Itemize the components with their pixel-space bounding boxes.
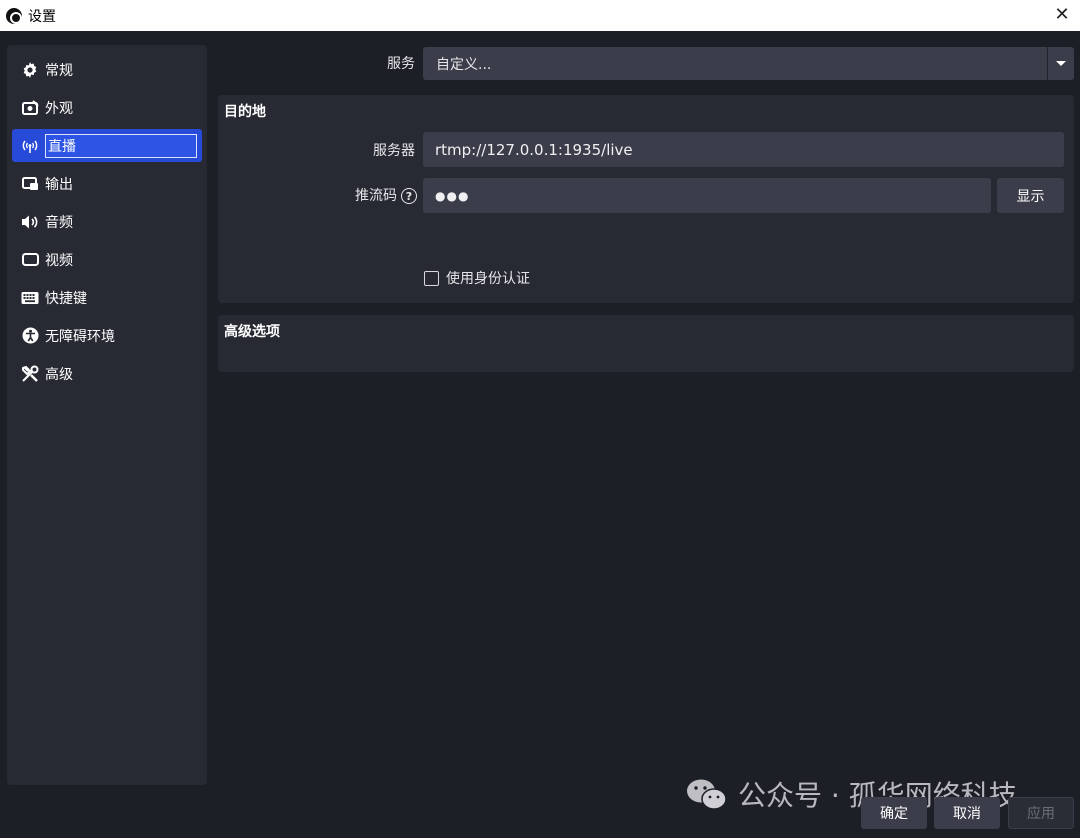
stream-key-label-row: 推流码? xyxy=(218,185,417,205)
keyboard-icon xyxy=(21,289,39,307)
chevron-down-icon[interactable] xyxy=(1047,47,1074,80)
server-input-value: rtmp://127.0.0.1:1935/live xyxy=(435,140,633,159)
window-title: 设置 xyxy=(28,8,56,25)
server-input[interactable]: rtmp://127.0.0.1:1935/live xyxy=(423,132,1064,167)
sidebar-item-audio[interactable]: 音频 xyxy=(12,205,202,238)
service-select[interactable]: 自定义... xyxy=(423,47,1074,80)
destination-title: 目的地 xyxy=(224,104,266,120)
obs-logo-icon xyxy=(6,7,22,24)
sidebar-item-label: 高级 xyxy=(45,366,73,383)
sidebar-item-label: 常规 xyxy=(45,62,73,79)
auth-checkbox-label: 使用身份认证 xyxy=(446,271,530,287)
close-icon[interactable]: ✕ xyxy=(1052,5,1072,25)
service-row: 服务 自定义... xyxy=(218,47,1074,80)
settings-sidebar: 常规 外观 直播 输出 音频 视频 快捷键 无障碍环境 高级 xyxy=(7,45,207,785)
sidebar-item-output[interactable]: 输出 xyxy=(12,167,202,200)
stream-key-value: ●●● xyxy=(435,188,470,203)
auth-checkbox[interactable] xyxy=(424,270,439,286)
sidebar-item-accessibility[interactable]: 无障碍环境 xyxy=(12,319,202,352)
destination-group: 目的地 服务器 rtmp://127.0.0.1:1935/live 推流码? … xyxy=(218,95,1074,303)
auth-checkbox-row[interactable]: 使用身份认证 xyxy=(424,268,530,288)
title-bar: 设置 ✕ xyxy=(0,0,1080,31)
broadcast-icon xyxy=(21,137,39,155)
apply-button[interactable]: 应用 xyxy=(1008,797,1074,829)
monitor-icon xyxy=(21,251,39,269)
wechat-icon xyxy=(686,777,728,811)
sidebar-item-label: 外观 xyxy=(45,100,73,117)
sidebar-item-label: 直播 xyxy=(45,133,197,158)
stream-key-label: 推流码 xyxy=(355,188,397,204)
sidebar-item-label: 无障碍环境 xyxy=(45,328,115,345)
help-icon[interactable]: ? xyxy=(401,188,417,204)
sidebar-item-hotkeys[interactable]: 快捷键 xyxy=(12,281,202,314)
palette-icon xyxy=(21,99,39,117)
sidebar-item-video[interactable]: 视频 xyxy=(12,243,202,276)
stream-key-input[interactable]: ●●● xyxy=(423,178,991,213)
sidebar-item-label: 视频 xyxy=(45,252,73,269)
server-label: 服务器 xyxy=(373,143,415,159)
accessibility-icon xyxy=(21,327,39,345)
speaker-icon xyxy=(21,213,39,231)
sidebar-item-appearance[interactable]: 外观 xyxy=(12,91,202,124)
ok-button[interactable]: 确定 xyxy=(861,797,927,829)
advanced-title: 高级选项 xyxy=(224,324,280,340)
gear-icon xyxy=(21,61,39,79)
show-key-button[interactable]: 显示 xyxy=(997,178,1064,213)
advanced-group: 高级选项 xyxy=(218,315,1074,372)
service-select-value: 自定义... xyxy=(436,56,492,73)
output-icon xyxy=(21,175,39,193)
service-label: 服务 xyxy=(387,56,415,72)
sidebar-item-label: 快捷键 xyxy=(45,290,87,307)
sidebar-item-label: 输出 xyxy=(45,176,73,193)
sidebar-item-label: 音频 xyxy=(45,214,73,231)
cancel-button[interactable]: 取消 xyxy=(934,797,1000,829)
sidebar-item-stream[interactable]: 直播 xyxy=(12,129,202,162)
tools-icon xyxy=(21,365,39,383)
sidebar-item-advanced[interactable]: 高级 xyxy=(12,357,202,390)
sidebar-item-general[interactable]: 常规 xyxy=(12,53,202,86)
